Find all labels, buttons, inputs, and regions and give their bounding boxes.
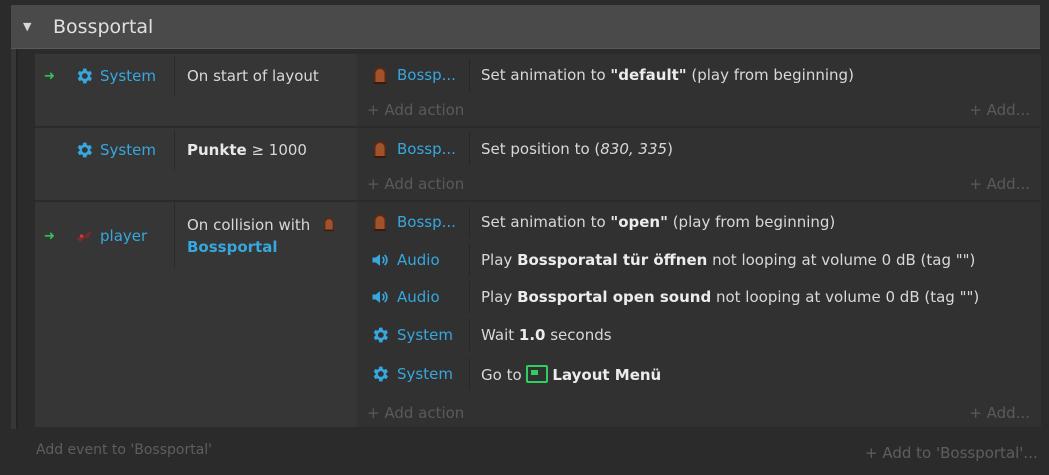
condition-object[interactable]: System	[100, 67, 156, 85]
event-block[interactable]: ➜ player On collision with Bossportal Bo…	[35, 202, 1041, 427]
action-row[interactable]: System Wait 1.0 seconds	[357, 316, 1041, 354]
condition-block[interactable]: ➜ player On collision with Bossportal	[35, 202, 357, 427]
divider	[469, 133, 470, 165]
add-action-row: + Add action + Add...	[357, 173, 1041, 195]
add-event-button[interactable]: Add event to 'Bossportal'	[36, 442, 212, 458]
action-text[interactable]: Set animation to "open" (play from begin…	[481, 213, 835, 231]
divider	[174, 56, 175, 96]
condition-row[interactable]: ➜ player On collision with Bossportal	[35, 202, 357, 268]
group-indent-line	[16, 49, 18, 429]
add-more-button[interactable]: + Add...	[969, 101, 1030, 119]
action-object[interactable]: Bossp...	[397, 66, 456, 84]
action-row[interactable]: Bossp... Set position to (830, 335)	[357, 130, 1041, 168]
collapse-triangle-icon[interactable]: ▼	[23, 20, 35, 33]
event-block[interactable]: System Punkte ≥ 1000 Bossp... Set positi…	[35, 128, 1041, 200]
gear-icon	[74, 66, 94, 86]
action-text[interactable]: Go to Layout Menü	[481, 365, 661, 384]
condition-text[interactable]: Punkte ≥ 1000	[187, 139, 347, 161]
condition-block[interactable]: ➜ System On start of layout	[35, 54, 357, 126]
add-to-group-button[interactable]: + Add to 'Bossportal'...	[865, 444, 1038, 462]
condition-row[interactable]: System Punkte ≥ 1000	[35, 130, 357, 170]
door-sprite-icon	[370, 65, 390, 85]
action-text[interactable]: Wait 1.0 seconds	[481, 326, 612, 344]
gear-icon	[370, 364, 390, 384]
event-block[interactable]: ➜ System On start of layout Bossp... Set…	[35, 54, 1041, 126]
action-object[interactable]: System	[397, 326, 453, 344]
add-action-button[interactable]: + Add action	[367, 404, 464, 422]
action-row[interactable]: System Go to Layout Menü	[357, 355, 1041, 393]
condition-object[interactable]: player	[100, 227, 147, 245]
condition-block[interactable]: System Punkte ≥ 1000	[35, 128, 357, 200]
divider	[469, 319, 470, 351]
add-action-row: + Add action + Add...	[357, 402, 1041, 424]
condition-text[interactable]: On collision with Bossportal	[187, 214, 347, 258]
add-action-button[interactable]: + Add action	[367, 101, 464, 119]
action-text[interactable]: Set animation to "default" (play from be…	[481, 66, 854, 84]
condition-object[interactable]: System	[100, 141, 156, 159]
action-row[interactable]: Audio Play Bossportal open sound not loo…	[357, 278, 1041, 316]
action-text[interactable]: Play Bossporatal tür öffnen not looping …	[481, 251, 975, 269]
door-sprite-icon	[370, 212, 390, 232]
divider	[469, 358, 470, 390]
divider	[469, 244, 470, 276]
condition-text[interactable]: On start of layout	[187, 65, 347, 87]
divider	[174, 130, 175, 170]
door-sprite-icon	[370, 139, 390, 159]
action-object[interactable]: Audio	[397, 288, 440, 306]
action-object[interactable]: Bossp...	[397, 140, 456, 158]
action-text[interactable]: Set position to (830, 335)	[481, 140, 673, 158]
speaker-icon	[370, 287, 390, 307]
group-title: Bossportal	[53, 15, 154, 38]
group-header[interactable]: ▼ Bossportal	[11, 5, 1040, 49]
player-sprite-icon	[76, 231, 92, 242]
divider	[174, 202, 175, 268]
condition-link[interactable]: Bossportal	[187, 238, 277, 256]
add-action-row: + Add action + Add...	[357, 99, 1041, 121]
divider	[469, 206, 470, 238]
condition-row[interactable]: ➜ System On start of layout	[35, 56, 357, 96]
action-object[interactable]: Audio	[397, 251, 440, 269]
arrow-right-icon: ➜	[44, 228, 55, 244]
divider	[469, 281, 470, 313]
action-object[interactable]: System	[397, 365, 453, 383]
arrow-right-icon: ➜	[44, 68, 55, 84]
add-action-button[interactable]: + Add action	[367, 175, 464, 193]
add-more-button[interactable]: + Add...	[969, 404, 1030, 422]
door-sprite-icon	[321, 215, 337, 233]
gear-icon	[370, 325, 390, 345]
divider	[469, 59, 470, 91]
action-row[interactable]: Audio Play Bossporatal tür öffnen not lo…	[357, 241, 1041, 279]
layout-icon	[526, 365, 549, 383]
action-text[interactable]: Play Bossportal open sound not looping a…	[481, 288, 979, 306]
speaker-icon	[370, 250, 390, 270]
action-row[interactable]: Bossp... Set animation to "default" (pla…	[357, 56, 1041, 94]
gear-icon	[74, 140, 94, 160]
add-more-button[interactable]: + Add...	[969, 175, 1030, 193]
action-row[interactable]: Bossp... Set animation to "open" (play f…	[357, 203, 1041, 241]
action-object[interactable]: Bossp...	[397, 213, 456, 231]
